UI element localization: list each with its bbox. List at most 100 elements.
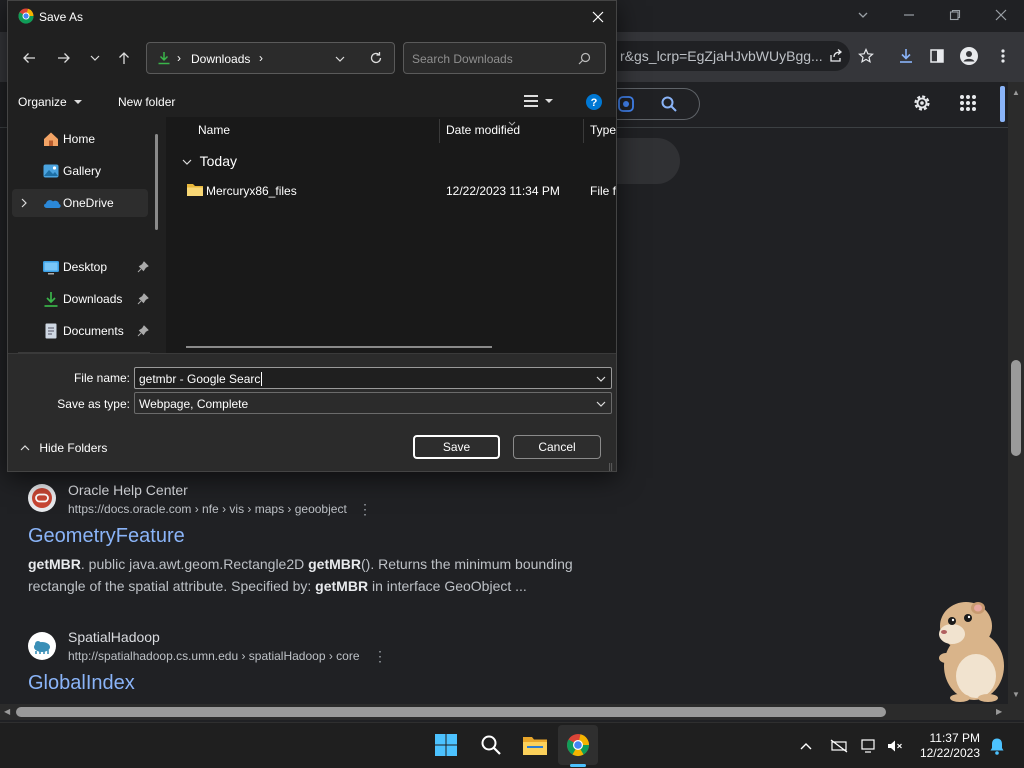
account-edge-indicator — [1000, 86, 1005, 122]
caret-down-icon — [74, 100, 83, 104]
result-snippet: getMBR. public java.awt.geom.Rectangle2D… — [28, 553, 588, 597]
file-row[interactable]: Mercuryx86_files 12/22/2023 11:34 PM Fil… — [184, 180, 616, 202]
taskbar-search-button[interactable] — [471, 725, 511, 765]
result-title-link[interactable]: GlobalIndex — [28, 672, 135, 695]
result-url[interactable]: http://spatialhadoop.cs.umn.edu › spatia… — [68, 649, 360, 663]
search-icon[interactable] — [660, 95, 678, 118]
pin-icon — [137, 261, 149, 273]
organize-menu[interactable]: Organize — [18, 95, 83, 109]
chevron-down-icon — [596, 401, 606, 407]
tab-search-icon[interactable] — [840, 0, 886, 30]
side-panel-icon[interactable] — [923, 42, 951, 70]
nav-item-desktop[interactable]: Desktop — [12, 253, 149, 281]
page-horizontal-scroll-thumb[interactable] — [16, 707, 886, 717]
apps-grid-icon[interactable] — [954, 89, 982, 117]
column-header-date-modified[interactable]: Date modified — [446, 123, 520, 137]
result-more-icon[interactable]: ⋮ — [373, 648, 387, 665]
column-divider[interactable] — [583, 119, 584, 143]
breadcrumb-downloads[interactable]: Downloads — [191, 52, 250, 66]
desktop-icon — [42, 258, 60, 276]
dialog-search-input[interactable]: Search Downloads — [403, 42, 606, 74]
group-header-today[interactable]: Today — [182, 153, 237, 169]
show-hidden-icons-button[interactable] — [795, 723, 817, 768]
save-as-type-label: Save as type: — [57, 397, 130, 411]
address-bar-text: r&gs_lcrp=EgZjaHJvbWUyBgg... — [620, 48, 823, 64]
arrow-right-icon — [58, 53, 70, 63]
tray-display-icon[interactable] — [857, 723, 881, 768]
restore-button[interactable] — [932, 0, 978, 30]
command-bar: Organize New folder ? — [8, 85, 616, 117]
chrome-logo-icon — [567, 734, 589, 756]
forward-button[interactable] — [51, 45, 77, 71]
nav-item-documents[interactable]: Documents — [12, 317, 149, 345]
column-header-name[interactable]: Name — [198, 123, 230, 137]
new-folder-button[interactable]: New folder — [118, 95, 175, 109]
address-history-chevron-icon[interactable] — [335, 53, 345, 67]
hamster-desktop-pet[interactable] — [930, 596, 1010, 704]
home-icon — [42, 130, 60, 148]
notifications-bell-icon[interactable] — [985, 723, 1009, 768]
file-pane-horizontal-scrollbar[interactable] — [186, 346, 492, 348]
result-url[interactable]: https://docs.oracle.com › nfe › vis › ma… — [68, 502, 347, 516]
spatialhadoop-favicon — [28, 632, 56, 660]
resize-grip-icon[interactable]: ⣿ — [608, 463, 613, 471]
back-button[interactable] — [16, 45, 42, 71]
nav-item-onedrive[interactable]: OneDrive — [12, 189, 148, 217]
cancel-button[interactable]: Cancel — [513, 435, 601, 459]
close-window-button[interactable] — [978, 0, 1024, 30]
hide-folders-toggle[interactable]: Hide Folders — [20, 441, 107, 455]
tray-volume-muted-icon[interactable] — [883, 723, 907, 768]
tray-network-icon[interactable] — [825, 723, 853, 768]
taskbar-chrome[interactable] — [558, 725, 598, 765]
chrome-menu-icon[interactable] — [989, 42, 1017, 70]
scroll-down-arrow-icon[interactable]: ▼ — [1012, 690, 1020, 699]
expand-chevron-icon[interactable] — [20, 197, 28, 211]
taskbar-file-explorer[interactable] — [515, 725, 555, 765]
search-icon — [481, 735, 501, 755]
nav-item-gallery[interactable]: Gallery — [12, 157, 148, 185]
bookmark-star-icon[interactable] — [852, 42, 880, 70]
help-icon[interactable]: ? — [585, 93, 603, 114]
onedrive-icon — [42, 196, 61, 214]
scroll-right-arrow-icon[interactable]: ▶ — [996, 707, 1002, 716]
breadcrumb-separator-icon[interactable]: › — [259, 51, 263, 65]
scroll-left-arrow-icon[interactable]: ◀ — [4, 707, 10, 716]
column-header-type[interactable]: Type — [590, 123, 616, 137]
lens-icon[interactable] — [617, 95, 635, 118]
page-vertical-scroll-thumb[interactable] — [1011, 360, 1021, 456]
scroll-up-arrow-icon[interactable]: ▲ — [1012, 88, 1020, 97]
nav-pane-scrollbar[interactable] — [155, 134, 158, 230]
settings-gear-icon[interactable] — [908, 89, 936, 117]
column-divider[interactable] — [439, 119, 440, 143]
downloads-icon[interactable] — [892, 42, 920, 70]
start-button[interactable] — [426, 725, 466, 765]
address-breadcrumb[interactable]: › Downloads › — [146, 42, 395, 74]
profile-avatar-icon[interactable] — [955, 42, 983, 70]
snippet-highlight: getMBR — [308, 556, 362, 572]
taskbar-clock[interactable]: 11:37 PM 12/22/2023 — [910, 731, 980, 761]
recent-locations-button[interactable] — [82, 45, 108, 71]
save-button[interactable]: Save — [413, 435, 500, 459]
file-name-input[interactable]: getmbr - Google Searc — [134, 367, 612, 389]
minimize-button[interactable] — [886, 0, 932, 30]
file-explorer-icon — [523, 737, 547, 755]
up-folder-button[interactable] — [111, 45, 137, 71]
share-icon[interactable] — [822, 42, 850, 70]
result-more-icon[interactable]: ⋮ — [358, 501, 372, 518]
view-options-button[interactable] — [523, 93, 555, 112]
save-as-type-select[interactable]: Webpage, Complete — [134, 392, 612, 414]
dialog-close-button[interactable] — [588, 7, 608, 27]
refresh-icon[interactable] — [369, 51, 383, 68]
save-as-type-value: Webpage, Complete — [139, 397, 249, 411]
scrollbar-corner — [1008, 704, 1024, 720]
active-app-indicator — [570, 764, 586, 767]
nav-item-downloads[interactable]: Downloads — [12, 285, 149, 313]
arrow-up-icon — [119, 52, 129, 64]
nav-item-home[interactable]: Home — [12, 125, 148, 153]
address-bar[interactable]: r&gs_lcrp=EgZjaHJvbWUyBgg... — [596, 41, 850, 71]
search-icon[interactable] — [578, 52, 591, 68]
result-title-link[interactable]: GeometryFeature — [28, 525, 185, 548]
breadcrumb-separator-icon: › — [177, 51, 181, 65]
clock-date: 12/22/2023 — [919, 746, 980, 760]
dialog-title-bar[interactable]: Save As — [8, 1, 616, 32]
